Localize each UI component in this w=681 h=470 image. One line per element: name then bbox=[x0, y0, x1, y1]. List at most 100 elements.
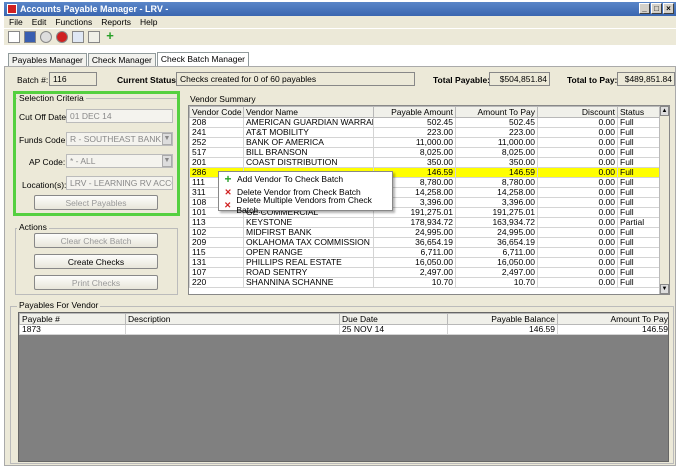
tab-payables-manager[interactable]: Payables Manager bbox=[8, 53, 87, 67]
table-cell: Full bbox=[617, 197, 662, 208]
table-row[interactable]: 209 OKLAHOMA TAX COMMISSION 36,654.19 36,65… bbox=[189, 237, 662, 248]
table-cell: 11,000.00 bbox=[373, 137, 456, 148]
table-cell: Full bbox=[617, 227, 662, 238]
col-discount[interactable]: Discount bbox=[537, 106, 618, 118]
menu-reports[interactable]: Reports bbox=[101, 16, 131, 28]
table-row[interactable]: 208AMERICAN GUARDIAN WARRANTY SI502.4550… bbox=[189, 117, 662, 128]
table-cell: Full bbox=[617, 127, 662, 138]
table-row[interactable]: 115 OPEN RANGE 6,711.00 6,711.00 0.00 Full bbox=[189, 247, 662, 258]
table-cell: MIDFIRST BANK bbox=[243, 227, 374, 238]
table-cell: SHANNINA SCHANNE bbox=[243, 277, 374, 288]
table-cell: 502.45 bbox=[373, 117, 456, 128]
col-payable-balance[interactable]: Payable Balance bbox=[447, 313, 558, 325]
total-to-pay-field: $489,851.84 bbox=[617, 72, 675, 86]
table-cell: 0.00 bbox=[537, 157, 618, 168]
table-cell: Full bbox=[617, 117, 662, 128]
table-row[interactable]: 102 MIDFIRST BANK 24,995.00 24,995.00 0.00 Fu… bbox=[189, 227, 662, 238]
table-cell: 0.00 bbox=[537, 177, 618, 188]
payables-grid: Payable # Description Due Date Payable B… bbox=[18, 312, 669, 462]
col-description[interactable]: Description bbox=[125, 313, 340, 325]
add-vendor-menu-item[interactable]: + Add Vendor To Check Batch bbox=[219, 172, 392, 186]
table-cell: 36,654.19 bbox=[455, 237, 538, 248]
table-row[interactable]: 517 BILL BRANSON 8,025.00 8,025.00 0.00 Full bbox=[189, 147, 662, 158]
table-cell: Full bbox=[617, 137, 662, 148]
tab-check-manager[interactable]: Check Manager bbox=[87, 53, 156, 67]
table-cell: Partial bbox=[617, 217, 662, 228]
table-cell: 3,396.00 bbox=[455, 197, 538, 208]
tab-strip: Payables Manager Check Manager Check Bat… bbox=[8, 52, 250, 67]
table-cell: OKLAHOMA TAX COMMISSION bbox=[243, 237, 374, 248]
col-payable-num[interactable]: Payable # bbox=[19, 313, 126, 325]
table-cell: 10.70 bbox=[455, 277, 538, 288]
table-row[interactable]: 241 AT&T MOBILITY 223.00 223.00 0.00 Full bbox=[189, 127, 662, 138]
print-checks-button[interactable]: Print Checks bbox=[34, 275, 158, 290]
refresh-icon[interactable] bbox=[40, 31, 52, 43]
menu-functions[interactable]: Functions bbox=[55, 16, 92, 28]
table-row[interactable]: 1873 25 NOV 14 146.59 146.59 bbox=[19, 324, 668, 335]
table-row[interactable]: 113 KEYSTONE 178,934.72 163,934.72 0.00 Parti… bbox=[189, 217, 662, 228]
table-cell: 2,497.00 bbox=[373, 267, 456, 278]
table-cell: 146.59 bbox=[447, 324, 558, 335]
tab-check-batch-manager[interactable]: Check Batch Manager bbox=[156, 52, 250, 67]
col-vendor-code[interactable]: Vendor Code bbox=[189, 106, 244, 118]
table-cell: 241 bbox=[189, 127, 244, 138]
batch-field[interactable]: 116 bbox=[49, 72, 97, 86]
add-icon[interactable]: + bbox=[104, 29, 116, 43]
table-row[interactable]: 107 ROAD SENTRY 2,497.00 2,497.00 0.00 Full bbox=[189, 267, 662, 278]
col-payable-amount[interactable]: Payable Amount bbox=[373, 106, 456, 118]
table-cell: 201 bbox=[189, 157, 244, 168]
table-cell: OPEN RANGE bbox=[243, 247, 374, 258]
total-to-pay-label: Total to Pay: bbox=[567, 75, 618, 85]
close-button[interactable]: × bbox=[663, 3, 674, 14]
table-cell: Full bbox=[617, 277, 662, 288]
new-icon[interactable] bbox=[8, 31, 20, 43]
table-cell: 191,275.01 bbox=[455, 207, 538, 218]
stop-icon[interactable] bbox=[56, 31, 68, 43]
vendor-summary-title: Vendor Summary bbox=[190, 94, 256, 104]
table-cell: 350.00 bbox=[373, 157, 456, 168]
context-menu: + Add Vendor To Check Batch ✕ Delete Vendo… bbox=[218, 171, 393, 215]
table-cell: Full bbox=[617, 267, 662, 278]
table-row[interactable]: 131 PHILLIPS REAL ESTATE 16,050.00 16,050.0… bbox=[189, 257, 662, 268]
minimize-button[interactable]: _ bbox=[639, 3, 650, 14]
create-checks-button[interactable]: Create Checks bbox=[34, 254, 158, 269]
list-icon[interactable] bbox=[88, 31, 100, 43]
col-amount-to-pay[interactable]: Amount To Pay bbox=[455, 106, 538, 118]
menu-help[interactable]: Help bbox=[140, 16, 157, 28]
menu-item-label: Add Vendor To Check Batch bbox=[237, 174, 344, 184]
vertical-scrollbar[interactable]: ▲ ▼ bbox=[659, 106, 669, 294]
menu-edit[interactable]: Edit bbox=[32, 16, 47, 28]
scroll-down-icon[interactable]: ▼ bbox=[660, 284, 669, 294]
menu-file[interactable]: File bbox=[9, 16, 23, 28]
delete-multiple-vendors-menu-item[interactable]: ✕ Delete Multiple Vendors from Check Batc… bbox=[219, 195, 392, 215]
col-due-date[interactable]: Due Date bbox=[339, 313, 448, 325]
table-cell: 131 bbox=[189, 257, 244, 268]
table-row[interactable]: 252 BANK OF AMERICA 11,000.00 11,000.00 0.00… bbox=[189, 137, 662, 148]
scroll-up-icon[interactable]: ▲ bbox=[660, 106, 669, 116]
clear-check-batch-button[interactable]: Clear Check Batch bbox=[34, 233, 158, 248]
table-cell: 10.70 bbox=[373, 277, 456, 288]
total-payable-label: Total Payable: bbox=[433, 75, 490, 85]
copy-icon[interactable] bbox=[72, 31, 84, 43]
table-cell: BANK OF AMERICA bbox=[243, 137, 374, 148]
table-cell: 115 bbox=[189, 247, 244, 258]
table-cell: 8,025.00 bbox=[373, 147, 456, 158]
save-icon[interactable] bbox=[24, 31, 36, 43]
table-cell: AMERICAN GUARDIAN WARRANTY SI bbox=[243, 117, 374, 128]
table-cell: 0.00 bbox=[537, 167, 618, 178]
col-status[interactable]: Status bbox=[617, 106, 662, 118]
table-row[interactable]: 201 COAST DISTRIBUTION 350.00 350.00 0.00 Ful… bbox=[189, 157, 662, 168]
maximize-button[interactable]: □ bbox=[651, 3, 662, 14]
table-cell: 8,025.00 bbox=[455, 147, 538, 158]
col-pay-amount[interactable]: Amount To Pay bbox=[557, 313, 668, 325]
table-cell: 252 bbox=[189, 137, 244, 148]
table-cell: 209 bbox=[189, 237, 244, 248]
table-cell: 0.00 bbox=[537, 117, 618, 128]
table-cell: 1873 bbox=[19, 324, 126, 335]
table-cell: 0.00 bbox=[537, 267, 618, 278]
table-cell: 0.00 bbox=[537, 217, 618, 228]
table-cell: 0.00 bbox=[537, 247, 618, 258]
table-row[interactable]: 220 SHANNINA SCHANNE 10.70 10.70 0.00 Full bbox=[189, 277, 662, 288]
col-vendor-name[interactable]: Vendor Name bbox=[243, 106, 374, 118]
table-cell: 146.59 bbox=[455, 167, 538, 178]
